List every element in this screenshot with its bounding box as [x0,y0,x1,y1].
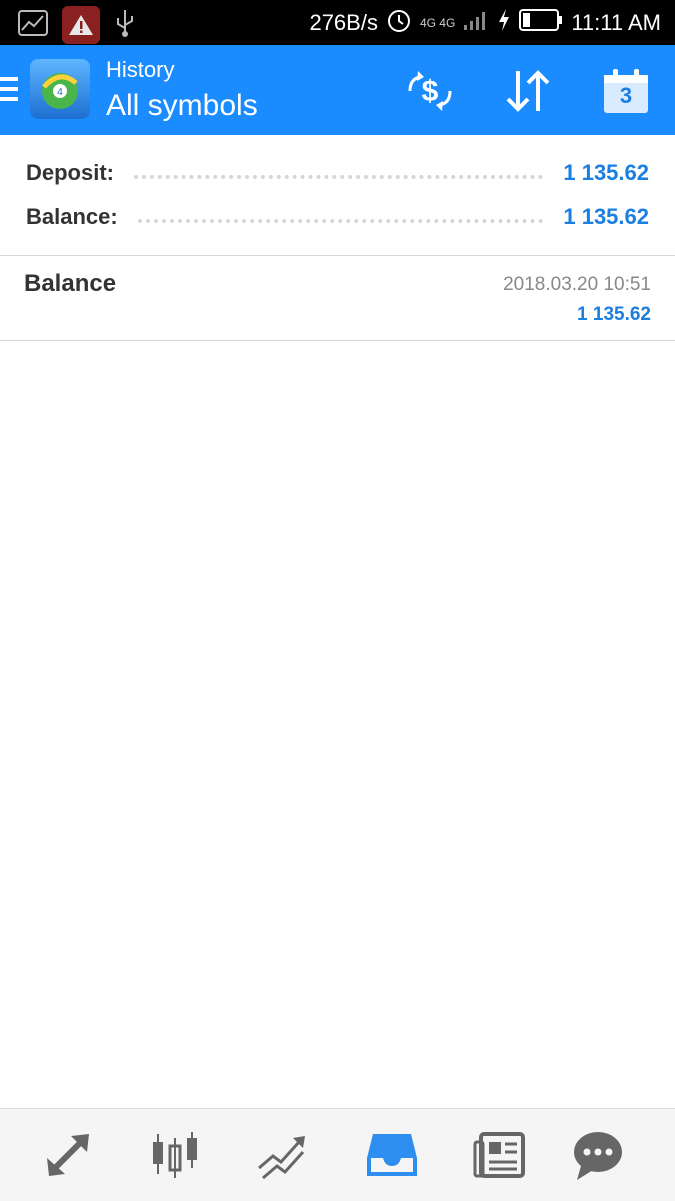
chart-notification-icon [18,9,48,41]
summary-value: 1 135.62 [563,160,649,185]
symbol-filter[interactable]: All symbols [106,89,258,123]
menu-icon[interactable] [0,77,18,103]
signal-icon [463,9,489,37]
dotted-leader [137,219,544,223]
bottom-navigation [0,1108,675,1201]
app-bar: 4 History All symbols $ 3 [0,45,675,135]
summary-label: Balance: [26,204,118,229]
trend-lines-icon [258,1136,305,1180]
nav-trade[interactable] [252,1125,312,1185]
history-list-item[interactable]: Balance 2018.03.20 10:51 1 135.62 [0,256,675,341]
summary-label: Deposit: [26,160,114,185]
calendar-day: 3 [619,83,633,108]
nav-charts[interactable] [145,1125,205,1185]
network-type: 4G 4G [419,15,456,30]
charging-icon [497,8,511,38]
date-range-button[interactable]: 3 [598,63,654,119]
deal-time: 2018.03.20 10:51 [503,274,651,295]
clock: 11:11 AM [571,9,661,35]
status-bar: 276B/s 4G 4G 11:11 AM [0,0,675,45]
dotted-leader [134,175,544,179]
nav-history[interactable] [362,1125,422,1185]
page-title: History [106,57,175,82]
dollar-swap-icon: $ [408,71,452,111]
deal-type: Balance [24,270,117,297]
nav-quotes[interactable] [38,1125,98,1185]
summary-row-deposit: Deposit: 1 135.62 [26,153,649,193]
nav-news[interactable] [470,1125,530,1185]
svg-text:$: $ [422,75,439,108]
nav-chat[interactable] [568,1125,628,1185]
history-summary: Deposit: 1 135.62 Balance: 1 135.62 [0,135,675,256]
alarm-icon [386,7,412,39]
trade-arrows-icon [47,1134,89,1176]
summary-value: 1 135.62 [563,204,649,229]
svg-text:4: 4 [57,87,63,98]
chat-icon [574,1132,622,1180]
deal-amount: 1 135.62 [577,304,651,325]
sort-arrows-icon [506,70,550,112]
deposit-filter-button[interactable]: $ [402,63,458,119]
candlestick-chart-icon [153,1132,197,1178]
summary-row-balance: Balance: 1 135.62 [26,197,649,237]
warning-notification-icon [62,6,100,44]
usb-icon [114,8,136,43]
network-speed: 276B/s [309,9,378,35]
battery-icon [519,8,563,38]
app-logo[interactable]: 4 [30,59,90,119]
history-inbox-icon [367,1134,417,1176]
news-icon [473,1132,525,1178]
sort-button[interactable] [500,63,556,119]
